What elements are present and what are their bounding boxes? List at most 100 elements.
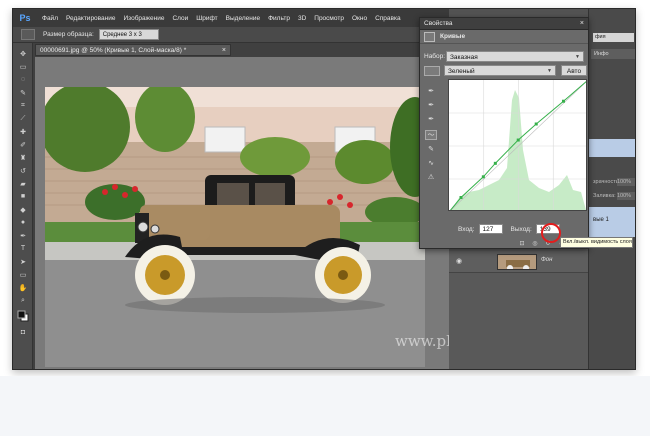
menu-help[interactable]: Справка xyxy=(371,15,405,22)
curve-point[interactable] xyxy=(481,175,485,179)
menu-type[interactable]: Шрифт xyxy=(192,15,221,22)
curves-icon xyxy=(424,31,435,42)
menu-3d[interactable]: 3D xyxy=(294,15,310,22)
layer-thumbnail xyxy=(497,254,537,270)
sample-size-select[interactable]: Среднее 3 х 3 xyxy=(98,29,159,40)
opacity-value[interactable]: 100% xyxy=(617,178,635,186)
clip-to-layer-icon[interactable]: ⊡ xyxy=(517,240,527,248)
preset-value: Заказная xyxy=(450,54,478,61)
quick-select-tool-icon[interactable]: ✎ xyxy=(17,88,29,97)
type-tool-icon[interactable]: T xyxy=(17,244,29,253)
eye-icon[interactable]: ◉ xyxy=(456,257,466,267)
blur-tool-icon[interactable]: ◆ xyxy=(17,205,29,214)
adjustment-title: Кривые xyxy=(440,33,466,40)
properties-panel: Свойства × Кривые Набор: Заказная ▼ Зеле… xyxy=(419,17,589,249)
dodge-tool-icon[interactable]: ● xyxy=(17,218,29,227)
watermark: www.photoshopsunduchok.ru xyxy=(395,332,449,350)
curves-layer-row[interactable]: вые 1 xyxy=(589,207,635,237)
chevron-down-icon: ▼ xyxy=(547,68,552,74)
target-adjust-icon[interactable] xyxy=(424,65,440,76)
curve-point[interactable] xyxy=(459,196,463,200)
tab-info[interactable]: Инфо xyxy=(591,49,635,59)
strip-top-field[interactable]: фия xyxy=(593,33,634,42)
curve-point[interactable] xyxy=(493,161,497,165)
canvas-area[interactable]: www.photoshopsunduchok.ru xyxy=(35,57,449,369)
layer-row-background[interactable]: ◉ Фон xyxy=(449,251,588,273)
preset-label: Набор: xyxy=(424,53,446,60)
smooth-icon[interactable]: ∿ xyxy=(425,158,437,168)
menu-view[interactable]: Просмотр xyxy=(310,15,348,22)
menu-layers[interactable]: Слои xyxy=(168,15,192,22)
curve-point[interactable] xyxy=(561,99,565,103)
brush-tool-icon[interactable]: ✐ xyxy=(17,140,29,149)
menu-image[interactable]: Изображение xyxy=(120,15,169,22)
quick-mask-icon[interactable]: ◘ xyxy=(17,328,29,337)
fill-label: Заливка: xyxy=(593,193,616,199)
gradient-tool-icon[interactable]: ■ xyxy=(17,192,29,201)
curves-svg[interactable] xyxy=(449,80,587,211)
channel-value: Зеленый xyxy=(448,68,475,75)
healing-brush-icon[interactable]: ✚ xyxy=(17,127,29,136)
history-brush-icon[interactable]: ↺ xyxy=(17,166,29,175)
crop-tool-icon[interactable]: ⌗ xyxy=(17,101,29,110)
strip-selected-row xyxy=(589,139,635,157)
hand-tool-icon[interactable]: ✋ xyxy=(17,283,29,292)
car-photo xyxy=(45,87,425,367)
input-field[interactable]: 127 xyxy=(478,224,503,234)
pen-tool-icon[interactable]: ✒ xyxy=(17,231,29,240)
highlight-ring xyxy=(541,223,561,243)
properties-title-bar: Свойства × xyxy=(420,18,588,30)
lasso-tool-icon[interactable]: ◌ xyxy=(17,75,29,84)
channel-row: Зеленый ▼ Авто xyxy=(424,65,587,76)
marquee-tool-icon[interactable]: ▭ xyxy=(17,62,29,71)
menu-edit[interactable]: Редактирование xyxy=(62,15,120,22)
move-tool-icon[interactable]: ✥ xyxy=(17,49,29,58)
clipping-warning-icon[interactable]: ⚠ xyxy=(425,172,437,182)
close-icon[interactable]: × xyxy=(222,45,226,55)
panel-strip: фия Инфо зрачность: 100% Заливка: 100% в… xyxy=(588,9,635,369)
tools-panel: ✥ ▭ ◌ ✎ ⌗ ⟋ ✚ ✐ ♜ ↺ ▰ ■ ◆ ● ✒ T ➤ ▭ ✋ ⌕ … xyxy=(13,43,33,369)
layer-name-background: Фон xyxy=(541,257,553,263)
channel-select[interactable]: Зеленый ▼ xyxy=(444,65,556,76)
page-footer-background xyxy=(0,376,650,436)
sample-size-label: Размер образца: xyxy=(43,31,94,38)
properties-title: Свойства xyxy=(424,20,453,27)
eyedropper-tool-icon[interactable] xyxy=(21,29,35,40)
eraser-tool-icon[interactable]: ▰ xyxy=(17,179,29,188)
input-label: Вход: xyxy=(458,225,475,233)
curves-graph[interactable] xyxy=(448,79,587,211)
preset-row: Набор: Заказная ▼ xyxy=(424,51,584,62)
photoshop-window: Ps Файл Редактирование Изображение Слои … xyxy=(12,8,636,370)
white-point-eyedropper-icon[interactable]: ✒ xyxy=(425,114,437,124)
visibility-tooltip: Вкл./выкл. видимость слоя xyxy=(560,237,633,248)
curve-point[interactable] xyxy=(534,122,538,126)
menu-select[interactable]: Выделение xyxy=(222,15,264,22)
document-tab[interactable]: 00000691.jpg @ 50% (Кривые 1, Слой-маска… xyxy=(35,44,231,56)
layers-panel: ◉ Фон xyxy=(449,249,588,369)
view-previous-icon[interactable]: ◎ xyxy=(530,240,540,248)
output-label: Выход: xyxy=(510,225,532,233)
edit-points-icon[interactable]: 〜 xyxy=(425,130,437,140)
auto-button[interactable]: Авто xyxy=(561,65,587,76)
close-icon[interactable]: × xyxy=(580,18,584,30)
menu-window[interactable]: Окно xyxy=(348,15,371,22)
draw-curve-icon[interactable]: ✎ xyxy=(425,144,437,154)
curves-layer-label: вые 1 xyxy=(593,217,609,223)
eyedropper-icon[interactable]: ⟋ xyxy=(17,114,29,123)
black-point-eyedropper-icon[interactable]: ✒ xyxy=(425,86,437,96)
path-select-icon[interactable]: ➤ xyxy=(17,257,29,266)
adjustment-header: Кривые xyxy=(420,30,588,44)
zoom-tool-icon[interactable]: ⌕ xyxy=(17,296,29,305)
color-swatches-icon[interactable] xyxy=(17,310,29,321)
menu-file[interactable]: Файл xyxy=(38,15,62,22)
clone-stamp-icon[interactable]: ♜ xyxy=(17,153,29,162)
gray-point-eyedropper-icon[interactable]: ✒ xyxy=(425,100,437,110)
menu-filter[interactable]: Фильтр xyxy=(264,15,294,22)
preset-select[interactable]: Заказная ▼ xyxy=(446,51,584,62)
curve-point[interactable] xyxy=(516,138,520,142)
fill-value[interactable]: 100% xyxy=(617,192,635,200)
shape-tool-icon[interactable]: ▭ xyxy=(17,270,29,279)
document-title: 00000691.jpg @ 50% (Кривые 1, Слой-маска… xyxy=(40,47,187,54)
chevron-down-icon: ▼ xyxy=(575,54,580,60)
ps-logo: Ps xyxy=(19,13,31,23)
